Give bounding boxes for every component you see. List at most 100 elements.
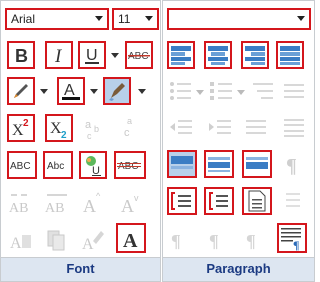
ab-sub-b: b xyxy=(94,124,99,134)
ab-big-label: AB xyxy=(9,201,28,216)
font-size-up-button[interactable]: A ^ xyxy=(79,189,107,217)
font-color-button[interactable]: A xyxy=(57,77,85,105)
font-family-value: Arial xyxy=(11,12,36,26)
copy-format-icon xyxy=(47,230,65,251)
justify-icon xyxy=(280,46,300,65)
decrease-indent-button[interactable] xyxy=(167,114,195,142)
bullet-list-button[interactable] xyxy=(167,78,195,106)
bold-label: B xyxy=(15,46,28,66)
copy-format-button[interactable] xyxy=(43,225,71,253)
show-marks-label: ¶ xyxy=(171,231,181,251)
page-icon xyxy=(248,190,266,212)
shading-top-button[interactable] xyxy=(167,150,197,178)
ab-super-a: a xyxy=(127,116,132,126)
font-dialog-label: A xyxy=(123,230,138,251)
list-options-button[interactable] xyxy=(280,78,308,106)
pilcrow-faint-icon xyxy=(286,193,300,207)
align-right-icon xyxy=(245,46,265,65)
pen-button[interactable] xyxy=(7,77,35,105)
ab-super-c: c xyxy=(124,127,130,139)
list-options-icon xyxy=(284,84,304,98)
svg-text:v: v xyxy=(134,193,139,203)
shading-middle-button[interactable] xyxy=(204,150,234,178)
show-marks-button[interactable]: ¶ xyxy=(167,225,195,253)
double-strikethrough-button[interactable]: ABC xyxy=(114,151,146,179)
a-down-label: A xyxy=(121,196,134,216)
pilcrow-disabled-label: ¶ xyxy=(286,155,297,177)
font-group: Arial 11 B I U ABC A X2 X2 abc ac xyxy=(0,0,161,282)
text-effects-button[interactable]: U xyxy=(79,151,107,179)
font-family-dropdown[interactable]: Arial xyxy=(5,8,109,30)
font-dialog-button[interactable]: A xyxy=(116,223,146,253)
line-spacing-icon xyxy=(246,120,266,134)
pilcrow-disabled-button[interactable]: ¶ xyxy=(280,150,308,178)
numbered-list-button[interactable] xyxy=(208,78,236,106)
align-center-button[interactable] xyxy=(204,41,232,69)
chevron-down-icon[interactable] xyxy=(145,16,153,21)
subscript-digit: 2 xyxy=(61,130,67,140)
highlighter-caret[interactable] xyxy=(138,89,146,94)
underline-button[interactable]: U xyxy=(78,41,106,69)
increase-indent-button[interactable] xyxy=(206,114,234,142)
underline-label: U xyxy=(86,47,98,64)
paragraph-spacing-icon xyxy=(284,119,304,137)
justify-button[interactable] xyxy=(276,41,304,69)
paragraph-dialog-pilcrow: ¶ xyxy=(293,238,299,251)
border-left-button[interactable] xyxy=(167,187,197,215)
paragraph-dialog-button[interactable]: ¶ xyxy=(277,223,307,253)
pilcrow-copy-button[interactable]: ¶ xyxy=(242,225,270,253)
ab-superscript-button[interactable]: ac xyxy=(119,114,147,142)
align-left-button[interactable] xyxy=(167,41,195,69)
bold-button[interactable]: B xyxy=(7,41,35,69)
grow-font-button[interactable]: AB xyxy=(7,189,35,217)
text-effects-icon: U xyxy=(86,156,101,177)
increase-indent-icon xyxy=(209,120,231,134)
eraser-button[interactable]: A xyxy=(79,225,107,253)
small-caps-button[interactable]: ABC xyxy=(7,151,37,179)
all-caps-label: Abc xyxy=(47,161,64,172)
chevron-down-icon[interactable] xyxy=(297,16,305,21)
all-caps-button[interactable]: Abc xyxy=(43,151,73,179)
italic-button[interactable]: I xyxy=(45,41,73,69)
multilevel-list-button[interactable] xyxy=(251,78,279,106)
paragraph-style-dropdown[interactable] xyxy=(167,8,311,30)
page-setup-button[interactable] xyxy=(242,187,272,215)
bullet-list-caret[interactable] xyxy=(196,90,204,95)
paragraph-group-label: Paragraph xyxy=(163,257,314,281)
align-left-icon xyxy=(171,46,191,65)
line-spacing-button[interactable] xyxy=(243,114,271,142)
font-group-label: Font xyxy=(1,257,160,281)
underline-options-caret[interactable] xyxy=(111,53,119,58)
align-right-button[interactable] xyxy=(241,41,269,69)
paragraph-dialog-icon: ¶ xyxy=(281,228,301,251)
pen-icon xyxy=(14,84,28,98)
paragraph-spacing-button[interactable] xyxy=(280,114,308,142)
border-bracket-button[interactable] xyxy=(204,187,234,215)
subscript-button[interactable]: X2 xyxy=(45,114,73,142)
shading-bottom-button[interactable] xyxy=(242,150,272,178)
superscript-digit: 2 xyxy=(23,118,29,129)
pen-options-caret[interactable] xyxy=(40,89,48,94)
font-color-caret[interactable] xyxy=(90,89,98,94)
highlighter-button[interactable] xyxy=(103,77,131,105)
font-size-down-button[interactable]: Av xyxy=(117,189,145,217)
shading-middle-icon xyxy=(208,157,230,172)
strikethrough-button[interactable]: ABC xyxy=(125,41,153,69)
clear-format-button[interactable]: A xyxy=(7,225,35,253)
pilcrow-disabled-button-2[interactable] xyxy=(280,187,308,215)
sort-label: ¶ xyxy=(209,231,219,251)
sort-button[interactable]: ¶ xyxy=(205,225,233,253)
border-left-icon xyxy=(171,192,191,210)
bullet-list-icon xyxy=(170,82,191,100)
clear-a-label: A xyxy=(10,235,22,252)
font-color-label: A xyxy=(64,82,75,99)
chevron-down-icon[interactable] xyxy=(95,16,103,21)
multilevel-list-icon xyxy=(253,83,273,99)
ab-subscript-button[interactable]: abc xyxy=(81,114,109,142)
letter-spacing-button[interactable]: AB xyxy=(43,189,71,217)
numbered-list-caret[interactable] xyxy=(237,90,245,95)
svg-text:^: ^ xyxy=(96,191,101,201)
font-size-dropdown[interactable]: 11 xyxy=(112,8,159,30)
superscript-button[interactable]: X2 xyxy=(7,114,35,142)
border-bracket-icon xyxy=(209,192,228,210)
